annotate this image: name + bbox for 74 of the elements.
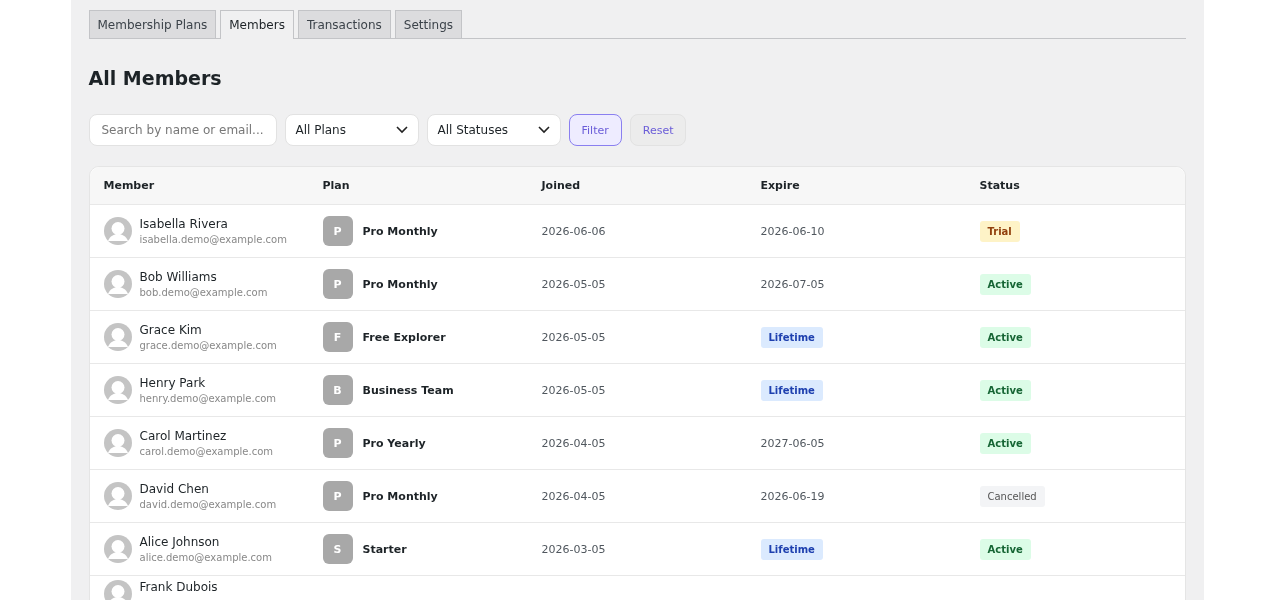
status-badge: Active	[979, 538, 1031, 560]
plan-name: Pro Monthly	[362, 224, 438, 238]
status-badge: Trial	[979, 220, 1020, 242]
plan-initial-tile: P	[322, 481, 353, 511]
member-name: Isabella Rivera	[139, 217, 229, 231]
plan-name: Business Team	[362, 383, 454, 397]
avatar-icon	[103, 217, 132, 245]
avatar-icon	[103, 376, 132, 404]
member-email: alice.demo@example.com	[139, 552, 272, 563]
status-dropdown[interactable]: All Statuses	[426, 114, 561, 146]
member-name: Grace Kim	[139, 323, 203, 337]
joined-date: 2026-06-06	[541, 224, 606, 238]
status-badge: Active	[979, 432, 1031, 454]
lifetime-badge: Lifetime	[760, 538, 823, 560]
member-email: isabella.demo@example.com	[139, 234, 287, 245]
avatar-icon	[103, 429, 132, 457]
tab[interactable]: Settings	[394, 10, 462, 38]
status-badge: Active	[979, 379, 1031, 401]
joined-date: 2026-03-05	[541, 542, 606, 556]
member-email: carol.demo@example.com	[139, 446, 274, 457]
status-badge: Cancelled	[979, 485, 1045, 507]
plan-name: Starter	[362, 542, 407, 556]
plan-name: Free Explorer	[362, 330, 446, 344]
joined-date: 2026-05-05	[541, 277, 606, 291]
expire-date: 2026-06-19	[760, 489, 825, 503]
member-name: Henry Park	[139, 376, 207, 390]
member-name: Alice Johnson	[139, 535, 221, 549]
lifetime-badge: Lifetime	[760, 379, 823, 401]
plan-initial-tile: P	[322, 216, 353, 246]
plan-name: Pro Yearly	[362, 436, 426, 450]
plan-initial-tile: F	[322, 322, 353, 352]
member-email: henry.demo@example.com	[139, 393, 277, 404]
plan-name: Pro Monthly	[362, 489, 438, 503]
plan-name: Pro Monthly	[362, 277, 438, 291]
plan-initial-tile: P	[322, 269, 353, 299]
joined-date: 2026-05-05	[541, 330, 606, 344]
tab[interactable]: Members	[220, 10, 294, 39]
member-name: Frank Dubois	[139, 580, 218, 594]
plan-dropdown[interactable]: All Plans	[284, 114, 419, 146]
column-header: Joined	[541, 179, 581, 192]
column-header: Status	[979, 179, 1020, 192]
tab[interactable]: Transactions	[297, 10, 391, 38]
member-email: david.demo@example.com	[139, 499, 277, 510]
column-header: Member	[103, 179, 155, 192]
avatar-icon	[103, 323, 132, 351]
lifetime-badge: Lifetime	[760, 326, 823, 348]
avatar-icon	[103, 270, 132, 298]
page-title: All Members	[88, 66, 223, 90]
expire-date: 2027-06-05	[760, 436, 825, 450]
search-field[interactable]: Search by name or email...	[88, 114, 277, 146]
member-email: grace.demo@example.com	[139, 340, 277, 351]
tab[interactable]: Membership Plans	[88, 10, 217, 38]
filter-button[interactable]: Filter	[568, 114, 622, 146]
reset-button[interactable]: Reset	[629, 114, 687, 146]
member-name: David Chen	[139, 482, 210, 496]
column-header: Plan	[322, 179, 350, 192]
status-badge: Active	[979, 326, 1031, 348]
plan-initial-tile: S	[322, 534, 353, 564]
plan-initial-tile: P	[322, 428, 353, 458]
avatar-icon	[103, 482, 132, 510]
chevron-down-icon	[395, 126, 408, 134]
member-name: Carol Martinez	[139, 429, 228, 443]
member-email: bob.demo@example.com	[139, 287, 268, 298]
chevron-down-icon	[537, 126, 550, 134]
expire-date: 2026-07-05	[760, 277, 825, 291]
joined-date: 2026-04-05	[541, 489, 606, 503]
status-badge: Active	[979, 273, 1031, 295]
joined-date: 2026-04-05	[541, 436, 606, 450]
joined-date: 2026-05-05	[541, 383, 606, 397]
expire-date: 2026-06-10	[760, 224, 825, 238]
column-header: Expire	[760, 179, 800, 192]
avatar-icon	[103, 535, 132, 563]
plan-initial-tile: B	[322, 375, 353, 405]
member-name: Bob Williams	[139, 270, 218, 284]
